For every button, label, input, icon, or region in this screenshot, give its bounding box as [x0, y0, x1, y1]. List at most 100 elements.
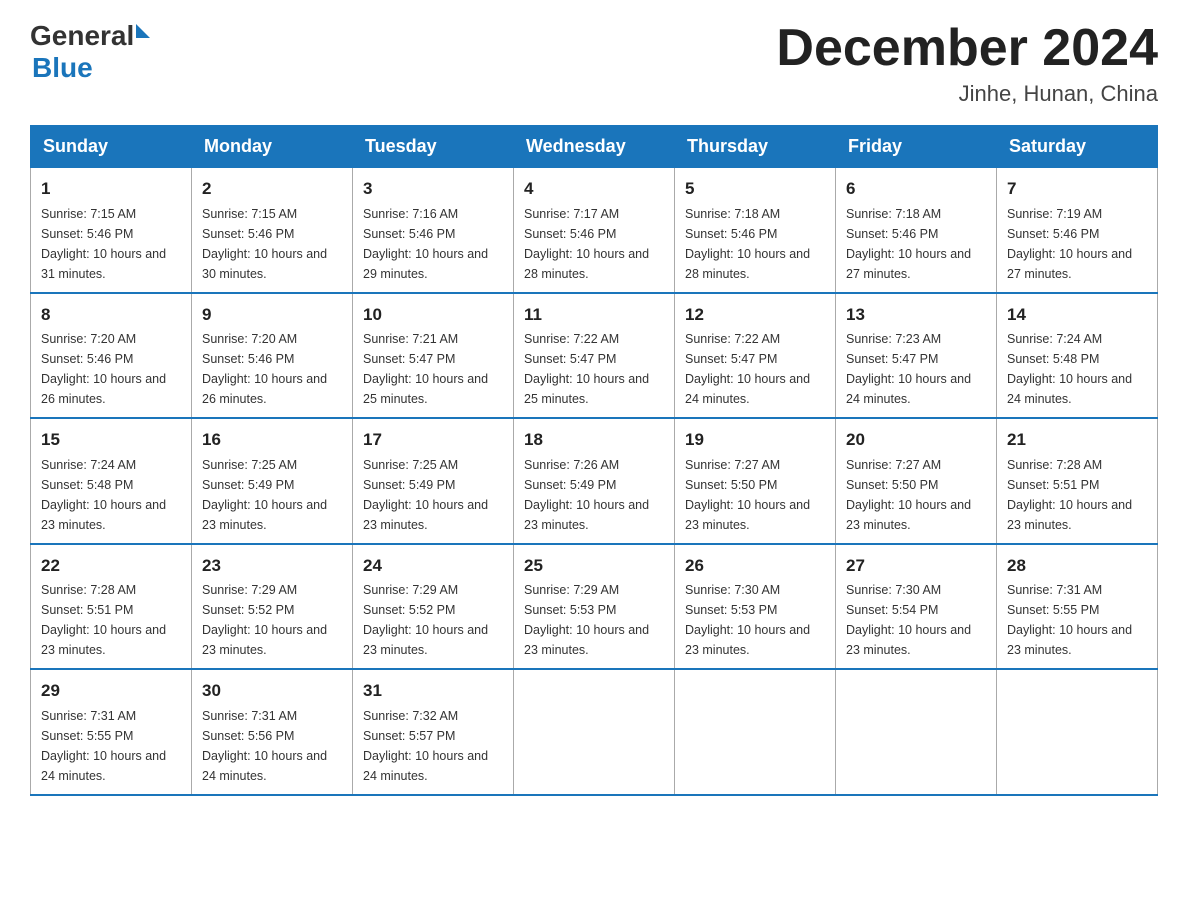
- day-number: 29: [41, 678, 181, 704]
- table-row: 30 Sunrise: 7:31 AM Sunset: 5:56 PM Dayl…: [192, 669, 353, 795]
- table-row: 25 Sunrise: 7:29 AM Sunset: 5:53 PM Dayl…: [514, 544, 675, 670]
- day-number: 8: [41, 302, 181, 328]
- day-info: Sunrise: 7:27 AM Sunset: 5:50 PM Dayligh…: [846, 455, 986, 535]
- day-number: 7: [1007, 176, 1147, 202]
- day-number: 9: [202, 302, 342, 328]
- col-thursday: Thursday: [675, 126, 836, 168]
- table-row: 31 Sunrise: 7:32 AM Sunset: 5:57 PM Dayl…: [353, 669, 514, 795]
- table-row: 23 Sunrise: 7:29 AM Sunset: 5:52 PM Dayl…: [192, 544, 353, 670]
- day-number: 31: [363, 678, 503, 704]
- day-number: 17: [363, 427, 503, 453]
- day-number: 22: [41, 553, 181, 579]
- logo-blue-text: Blue: [32, 52, 93, 84]
- table-row: 26 Sunrise: 7:30 AM Sunset: 5:53 PM Dayl…: [675, 544, 836, 670]
- table-row: 6 Sunrise: 7:18 AM Sunset: 5:46 PM Dayli…: [836, 168, 997, 293]
- table-row: 22 Sunrise: 7:28 AM Sunset: 5:51 PM Dayl…: [31, 544, 192, 670]
- table-row: 14 Sunrise: 7:24 AM Sunset: 5:48 PM Dayl…: [997, 293, 1158, 419]
- table-row: 9 Sunrise: 7:20 AM Sunset: 5:46 PM Dayli…: [192, 293, 353, 419]
- col-sunday: Sunday: [31, 126, 192, 168]
- day-info: Sunrise: 7:20 AM Sunset: 5:46 PM Dayligh…: [202, 329, 342, 409]
- day-info: Sunrise: 7:32 AM Sunset: 5:57 PM Dayligh…: [363, 706, 503, 786]
- day-number: 14: [1007, 302, 1147, 328]
- day-info: Sunrise: 7:24 AM Sunset: 5:48 PM Dayligh…: [41, 455, 181, 535]
- day-info: Sunrise: 7:25 AM Sunset: 5:49 PM Dayligh…: [363, 455, 503, 535]
- table-row: 4 Sunrise: 7:17 AM Sunset: 5:46 PM Dayli…: [514, 168, 675, 293]
- day-info: Sunrise: 7:31 AM Sunset: 5:56 PM Dayligh…: [202, 706, 342, 786]
- day-info: Sunrise: 7:26 AM Sunset: 5:49 PM Dayligh…: [524, 455, 664, 535]
- table-row: 24 Sunrise: 7:29 AM Sunset: 5:52 PM Dayl…: [353, 544, 514, 670]
- day-number: 24: [363, 553, 503, 579]
- page-header: General Blue December 2024 Jinhe, Hunan,…: [30, 20, 1158, 107]
- location-subtitle: Jinhe, Hunan, China: [776, 81, 1158, 107]
- month-title: December 2024: [776, 20, 1158, 77]
- table-row: 11 Sunrise: 7:22 AM Sunset: 5:47 PM Dayl…: [514, 293, 675, 419]
- calendar-week-row: 22 Sunrise: 7:28 AM Sunset: 5:51 PM Dayl…: [31, 544, 1158, 670]
- table-row: 28 Sunrise: 7:31 AM Sunset: 5:55 PM Dayl…: [997, 544, 1158, 670]
- day-number: 23: [202, 553, 342, 579]
- day-number: 3: [363, 176, 503, 202]
- table-row: 29 Sunrise: 7:31 AM Sunset: 5:55 PM Dayl…: [31, 669, 192, 795]
- day-number: 25: [524, 553, 664, 579]
- day-number: 15: [41, 427, 181, 453]
- table-row: 20 Sunrise: 7:27 AM Sunset: 5:50 PM Dayl…: [836, 418, 997, 544]
- day-info: Sunrise: 7:30 AM Sunset: 5:53 PM Dayligh…: [685, 580, 825, 660]
- day-number: 6: [846, 176, 986, 202]
- day-number: 18: [524, 427, 664, 453]
- table-row: 5 Sunrise: 7:18 AM Sunset: 5:46 PM Dayli…: [675, 168, 836, 293]
- title-area: December 2024 Jinhe, Hunan, China: [776, 20, 1158, 107]
- table-row: [997, 669, 1158, 795]
- day-info: Sunrise: 7:21 AM Sunset: 5:47 PM Dayligh…: [363, 329, 503, 409]
- day-info: Sunrise: 7:18 AM Sunset: 5:46 PM Dayligh…: [846, 204, 986, 284]
- day-number: 10: [363, 302, 503, 328]
- calendar-week-row: 15 Sunrise: 7:24 AM Sunset: 5:48 PM Dayl…: [31, 418, 1158, 544]
- table-row: 12 Sunrise: 7:22 AM Sunset: 5:47 PM Dayl…: [675, 293, 836, 419]
- table-row: 1 Sunrise: 7:15 AM Sunset: 5:46 PM Dayli…: [31, 168, 192, 293]
- day-number: 5: [685, 176, 825, 202]
- day-info: Sunrise: 7:28 AM Sunset: 5:51 PM Dayligh…: [41, 580, 181, 660]
- day-info: Sunrise: 7:29 AM Sunset: 5:52 PM Dayligh…: [363, 580, 503, 660]
- calendar-table: Sunday Monday Tuesday Wednesday Thursday…: [30, 125, 1158, 796]
- table-row: 21 Sunrise: 7:28 AM Sunset: 5:51 PM Dayl…: [997, 418, 1158, 544]
- table-row: 17 Sunrise: 7:25 AM Sunset: 5:49 PM Dayl…: [353, 418, 514, 544]
- table-row: [836, 669, 997, 795]
- col-wednesday: Wednesday: [514, 126, 675, 168]
- table-row: 8 Sunrise: 7:20 AM Sunset: 5:46 PM Dayli…: [31, 293, 192, 419]
- day-number: 21: [1007, 427, 1147, 453]
- day-number: 12: [685, 302, 825, 328]
- calendar-week-row: 1 Sunrise: 7:15 AM Sunset: 5:46 PM Dayli…: [31, 168, 1158, 293]
- day-number: 1: [41, 176, 181, 202]
- day-info: Sunrise: 7:27 AM Sunset: 5:50 PM Dayligh…: [685, 455, 825, 535]
- day-number: 20: [846, 427, 986, 453]
- day-info: Sunrise: 7:18 AM Sunset: 5:46 PM Dayligh…: [685, 204, 825, 284]
- table-row: 27 Sunrise: 7:30 AM Sunset: 5:54 PM Dayl…: [836, 544, 997, 670]
- day-info: Sunrise: 7:15 AM Sunset: 5:46 PM Dayligh…: [202, 204, 342, 284]
- day-info: Sunrise: 7:28 AM Sunset: 5:51 PM Dayligh…: [1007, 455, 1147, 535]
- day-number: 26: [685, 553, 825, 579]
- day-info: Sunrise: 7:30 AM Sunset: 5:54 PM Dayligh…: [846, 580, 986, 660]
- day-info: Sunrise: 7:22 AM Sunset: 5:47 PM Dayligh…: [524, 329, 664, 409]
- logo: General Blue: [30, 20, 150, 84]
- day-info: Sunrise: 7:15 AM Sunset: 5:46 PM Dayligh…: [41, 204, 181, 284]
- calendar-week-row: 29 Sunrise: 7:31 AM Sunset: 5:55 PM Dayl…: [31, 669, 1158, 795]
- col-tuesday: Tuesday: [353, 126, 514, 168]
- day-info: Sunrise: 7:23 AM Sunset: 5:47 PM Dayligh…: [846, 329, 986, 409]
- day-info: Sunrise: 7:31 AM Sunset: 5:55 PM Dayligh…: [1007, 580, 1147, 660]
- day-number: 4: [524, 176, 664, 202]
- day-info: Sunrise: 7:20 AM Sunset: 5:46 PM Dayligh…: [41, 329, 181, 409]
- table-row: 13 Sunrise: 7:23 AM Sunset: 5:47 PM Dayl…: [836, 293, 997, 419]
- logo-triangle-icon: [136, 24, 150, 38]
- day-info: Sunrise: 7:29 AM Sunset: 5:53 PM Dayligh…: [524, 580, 664, 660]
- day-info: Sunrise: 7:22 AM Sunset: 5:47 PM Dayligh…: [685, 329, 825, 409]
- day-info: Sunrise: 7:31 AM Sunset: 5:55 PM Dayligh…: [41, 706, 181, 786]
- day-info: Sunrise: 7:19 AM Sunset: 5:46 PM Dayligh…: [1007, 204, 1147, 284]
- day-info: Sunrise: 7:25 AM Sunset: 5:49 PM Dayligh…: [202, 455, 342, 535]
- table-row: 16 Sunrise: 7:25 AM Sunset: 5:49 PM Dayl…: [192, 418, 353, 544]
- col-saturday: Saturday: [997, 126, 1158, 168]
- day-number: 27: [846, 553, 986, 579]
- table-row: [514, 669, 675, 795]
- day-number: 13: [846, 302, 986, 328]
- table-row: 7 Sunrise: 7:19 AM Sunset: 5:46 PM Dayli…: [997, 168, 1158, 293]
- day-info: Sunrise: 7:17 AM Sunset: 5:46 PM Dayligh…: [524, 204, 664, 284]
- day-number: 2: [202, 176, 342, 202]
- header-row: Sunday Monday Tuesday Wednesday Thursday…: [31, 126, 1158, 168]
